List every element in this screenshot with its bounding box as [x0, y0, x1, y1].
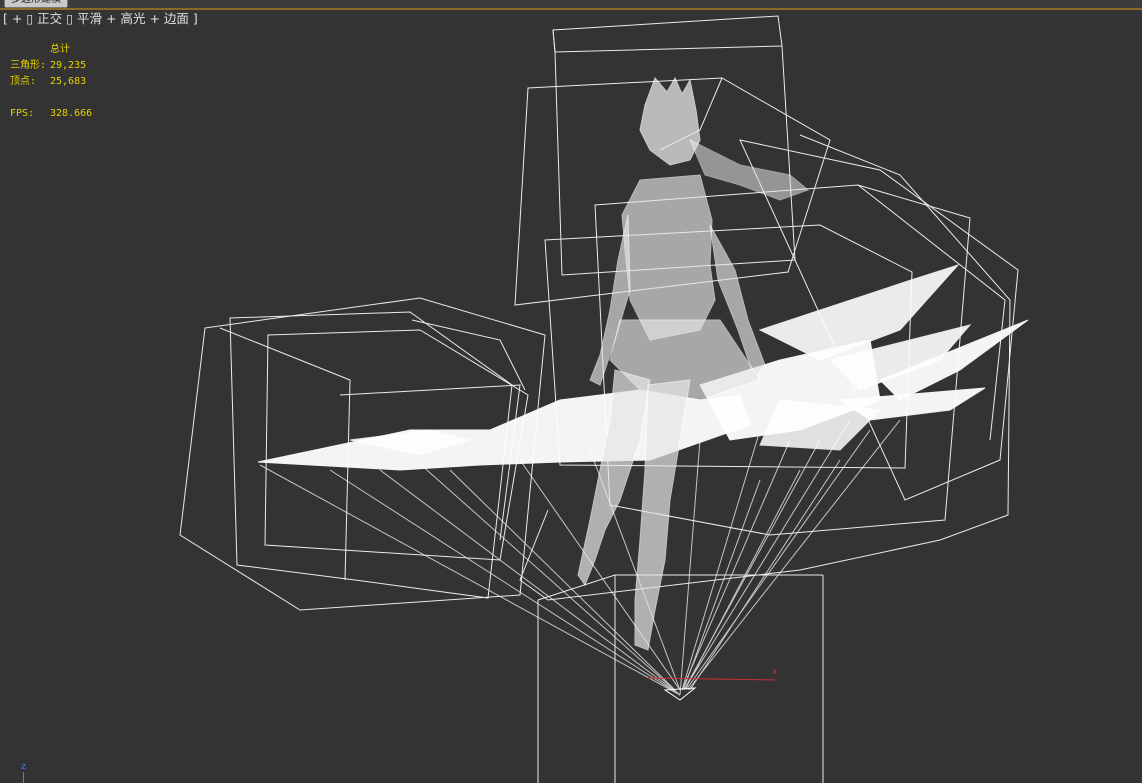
- wireframe-viewport[interactable]: x: [0, 0, 1142, 783]
- wire-box-top: [552, 15, 783, 53]
- x-axis-label: x: [772, 667, 778, 677]
- z-axis-label: z: [21, 762, 26, 772]
- z-axis-line: [23, 772, 24, 783]
